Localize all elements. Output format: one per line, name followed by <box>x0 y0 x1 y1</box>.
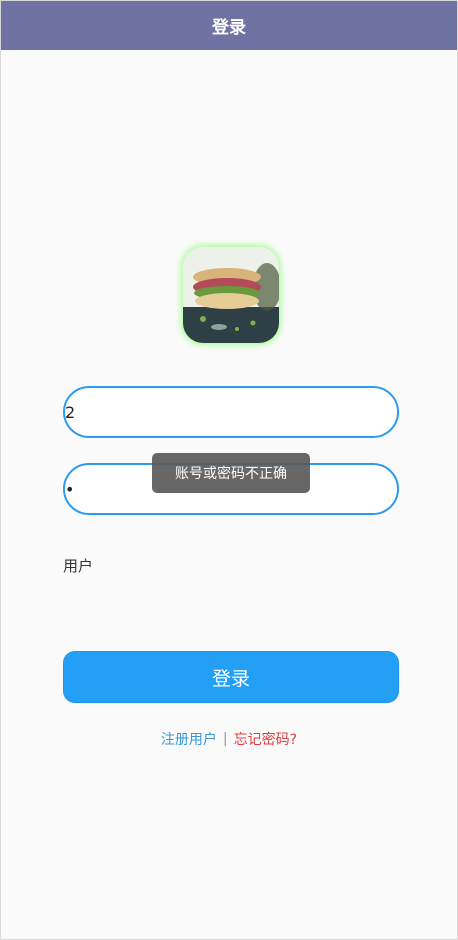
username-field[interactable] <box>63 386 399 438</box>
login-button[interactable]: 登录 <box>63 651 399 703</box>
auth-links: 注册用户 | 忘记密码? <box>1 729 457 749</box>
error-toast: 账号或密码不正确 <box>152 453 310 493</box>
forgot-password-link[interactable]: 忘记密码? <box>234 729 297 749</box>
username-input[interactable] <box>65 388 397 436</box>
nav-bar: 登录 <box>1 1 457 50</box>
login-page: 登录 账号或密码不正确 用户 登录 注册用户 | 忘记密码? <box>0 0 458 940</box>
page-title: 登录 <box>212 18 246 38</box>
role-label: 用户 <box>63 557 94 575</box>
role-selector[interactable]: 用户 <box>63 555 93 576</box>
login-button-label: 登录 <box>211 667 250 690</box>
sandwich-image <box>183 247 279 343</box>
link-separator: | <box>222 731 228 747</box>
toast-message: 账号或密码不正确 <box>175 466 287 482</box>
register-link[interactable]: 注册用户 <box>161 729 217 749</box>
app-logo <box>183 247 279 343</box>
